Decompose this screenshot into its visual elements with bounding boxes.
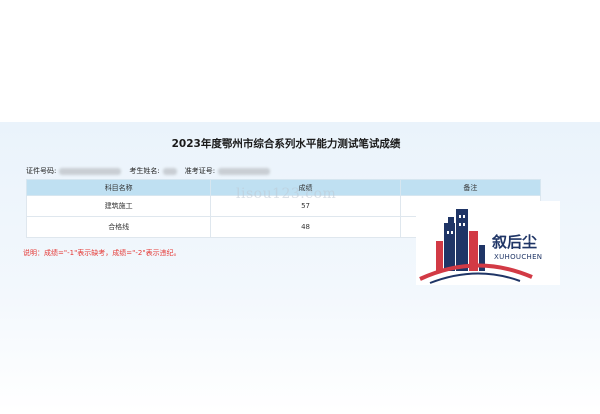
- logo-name-cn: 叙后尘: [492, 233, 538, 251]
- ticket-number-value-redacted: [218, 167, 271, 175]
- explanation-note: 说明：成绩="-1"表示缺考，成绩="-2"表示违纪。: [23, 249, 181, 257]
- header-note: 备注: [399, 179, 542, 196]
- logo-name-en: XUHOUCHEN: [494, 253, 543, 261]
- ticket-number-label: 准考证号:: [184, 167, 216, 175]
- subject-cell: 合格线: [25, 216, 212, 238]
- watermark-text: lisou123.com: [236, 186, 337, 202]
- city-skyline-icon: [419, 209, 533, 284]
- candidate-info: 证件号码: 考生姓名: 准考证号:: [26, 165, 278, 177]
- score-cell: 48: [210, 216, 401, 238]
- candidate-name-label: 考生姓名:: [129, 167, 160, 175]
- header-subject: 科目名称: [25, 179, 212, 196]
- candidate-name-value-redacted: [162, 167, 177, 175]
- subject-cell: 建筑施工: [25, 195, 212, 217]
- results-page: 2023年度鄂州市综合系列水平能力测试笔试成绩 证件号码: 考生姓名: 准考证号…: [0, 0, 600, 414]
- page-title: 2023年度鄂州市综合系列水平能力测试笔试成绩: [171, 138, 401, 150]
- id-number-value-redacted: [59, 167, 122, 175]
- id-number-label: 证件号码:: [26, 167, 57, 175]
- watermark-logo: 叙后尘 XUHOUCHEN: [416, 201, 560, 285]
